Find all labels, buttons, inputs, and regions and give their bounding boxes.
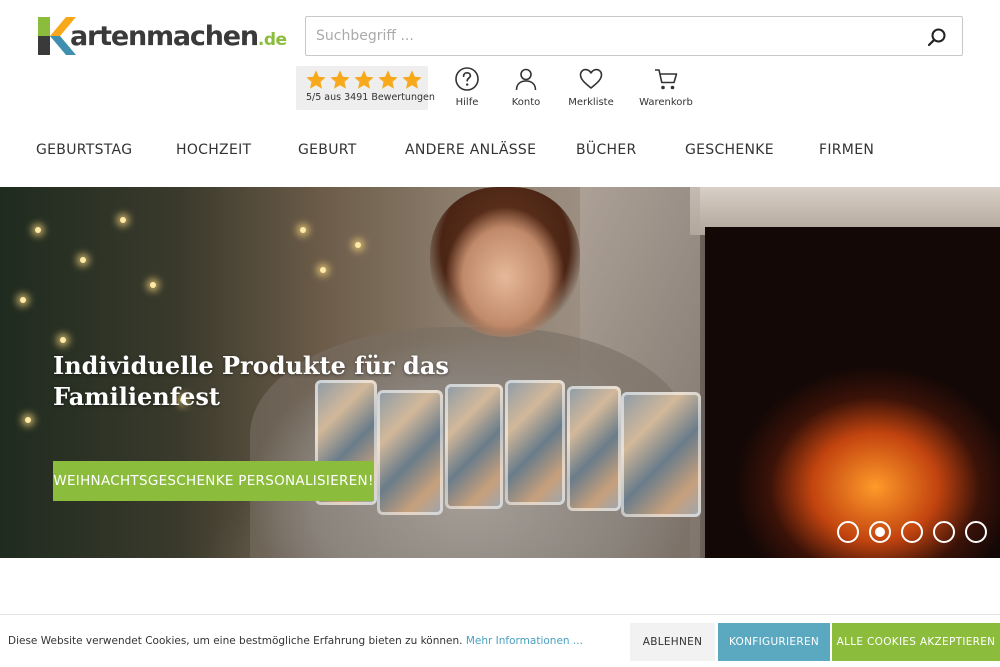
- account-label: Konto: [511, 97, 541, 108]
- photo-letter: [567, 386, 621, 511]
- nav-item-buecher[interactable]: BÜCHER: [576, 142, 637, 158]
- slider-dot-4[interactable]: [933, 521, 955, 543]
- star-icon: [378, 70, 398, 89]
- tree-light-decoration: [120, 217, 126, 223]
- slider-dot-5[interactable]: [965, 521, 987, 543]
- hero-title-line-1: Individuelle Produkte für das: [53, 351, 449, 380]
- hero-title-line-2: Familienfest: [53, 382, 220, 411]
- cookie-decline-button[interactable]: ABLEHNEN: [630, 623, 715, 661]
- cart-icon: [655, 69, 678, 90]
- hero-fireplace-decoration: [705, 227, 1000, 558]
- slider-pagination: [837, 521, 987, 543]
- rating-stars: [305, 69, 423, 91]
- nav-item-geburtstag[interactable]: GEBURTSTAG: [36, 142, 132, 158]
- user-icon: [515, 68, 537, 91]
- nav-item-geburt[interactable]: GEBURT: [298, 142, 357, 158]
- search-input[interactable]: [306, 17, 906, 55]
- wishlist-label: Merkliste: [568, 97, 614, 108]
- star-icon: [330, 70, 350, 89]
- heart-icon: [579, 68, 603, 89]
- cookie-accept-all-button[interactable]: ALLE COOKIES AKZEPTIEREN: [832, 623, 1000, 661]
- cart-label: Warenkorb: [639, 97, 693, 108]
- logo-wordmark: artenmachen.de: [70, 20, 287, 52]
- nav-item-geschenke[interactable]: GESCHENKE: [685, 142, 774, 158]
- tree-light-decoration: [355, 242, 361, 248]
- photo-letter: [621, 392, 701, 517]
- wishlist-link[interactable]: Merkliste: [556, 66, 626, 112]
- tree-light-decoration: [25, 417, 31, 423]
- tree-light-decoration: [150, 282, 156, 288]
- search-icon: [927, 28, 946, 47]
- slider-dot-1[interactable]: [837, 521, 859, 543]
- help-icon: [455, 67, 479, 91]
- cart-link[interactable]: Warenkorb: [631, 66, 701, 112]
- account-link[interactable]: Konto: [491, 66, 561, 112]
- star-icon: [402, 70, 422, 89]
- nav-item-firmen[interactable]: FIRMEN: [819, 142, 874, 158]
- hero-person-head-decoration: [430, 187, 580, 337]
- tree-light-decoration: [300, 227, 306, 233]
- nav-item-hochzeit[interactable]: HOCHZEIT: [176, 142, 251, 158]
- tree-light-decoration: [20, 297, 26, 303]
- tree-light-decoration: [35, 227, 41, 233]
- cookie-text: Diese Website verwendet Cookies, um eine…: [8, 635, 463, 647]
- main-navigation: GEBURTSTAG HOCHZEIT GEBURT ANDERE ANLÄSS…: [0, 134, 1000, 166]
- cookie-more-info-link[interactable]: Mehr Informationen ...: [466, 635, 583, 647]
- slider-dot-2[interactable]: [869, 521, 891, 543]
- hero-slider: Individuelle Produkte für das Familienfe…: [0, 187, 1000, 558]
- rating-badge[interactable]: 5/5 aus 3491 Bewertungen: [296, 66, 435, 110]
- rating-text: 5/5 aus 3491 Bewertungen: [306, 92, 435, 103]
- tree-light-decoration: [80, 257, 86, 263]
- cookie-configure-button[interactable]: KONFIGURIEREN: [718, 623, 830, 661]
- search-box: [305, 16, 963, 56]
- star-icon: [354, 70, 374, 89]
- tree-light-decoration: [320, 267, 326, 273]
- cookie-banner: Diese Website verwendet Cookies, um eine…: [0, 614, 1000, 667]
- photo-letter: [505, 380, 565, 505]
- star-icon: [306, 70, 326, 89]
- search-button[interactable]: [926, 26, 948, 48]
- hero-cta-button[interactable]: WEIHNACHTSGESCHENKE PERSONALISIEREN!: [53, 461, 374, 501]
- nav-item-andere-anlaesse[interactable]: ANDERE ANLÄSSE: [405, 142, 536, 158]
- tree-light-decoration: [60, 337, 66, 343]
- site-header: artenmachen.de 5/5 aus 3491 Bewertungen …: [0, 0, 1000, 187]
- hero-title: Individuelle Produkte für das Familienfe…: [53, 350, 473, 412]
- slider-dot-3[interactable]: [901, 521, 923, 543]
- cookie-message: Diese Website verwendet Cookies, um eine…: [8, 635, 583, 647]
- site-logo[interactable]: artenmachen.de: [36, 14, 287, 58]
